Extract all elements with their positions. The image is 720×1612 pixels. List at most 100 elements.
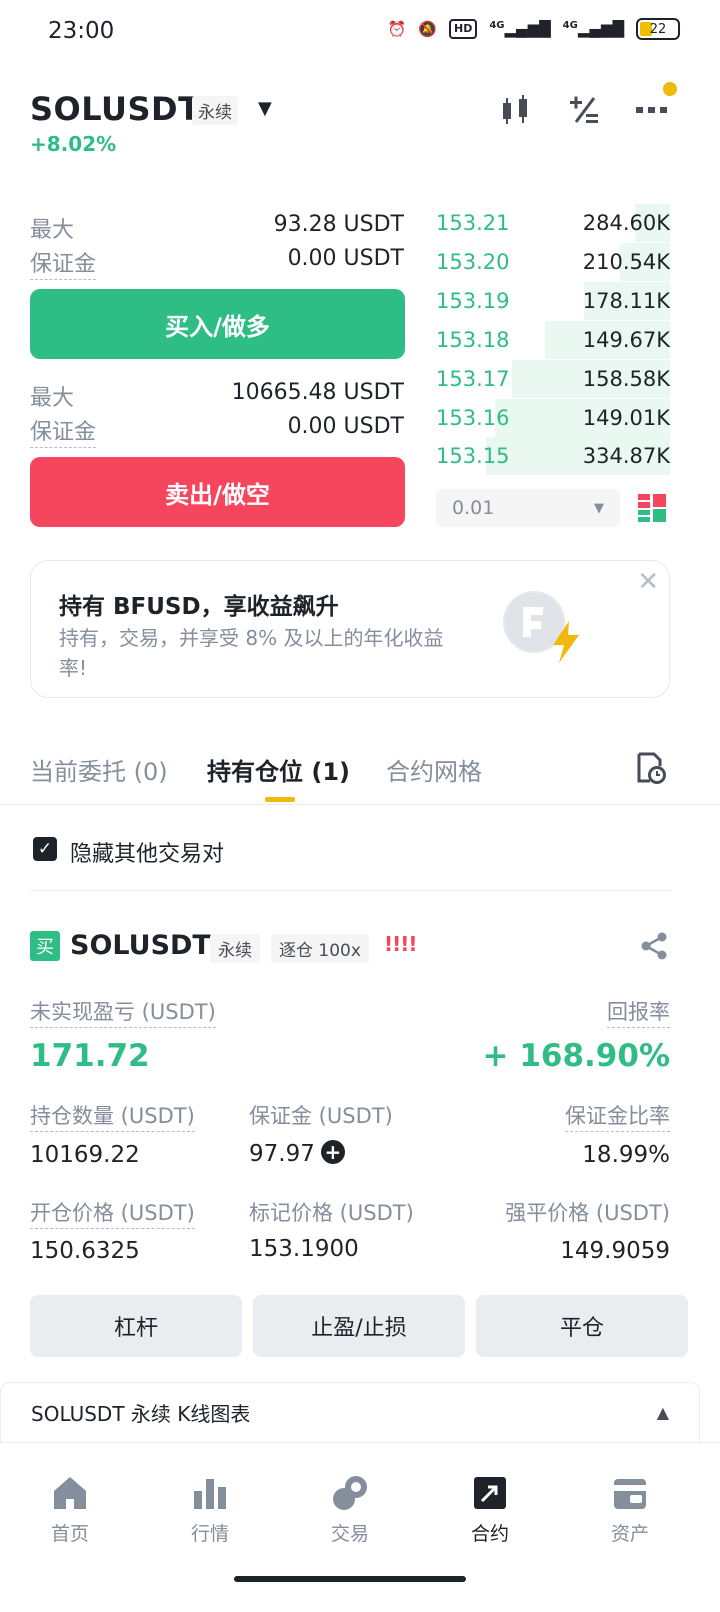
section-divider (30, 890, 670, 891)
sell-margin-label: 保证金 (30, 414, 97, 448)
orderbook-row[interactable]: 153.20 210.54K (436, 243, 670, 281)
close-icon[interactable]: ✕ (637, 567, 659, 597)
promo-subtitle: 持有，交易，并享受 8% 及以上的年化收益率! (59, 626, 444, 680)
hide-others-label[interactable]: 隐藏其他交易对 (70, 836, 224, 868)
buy-max-value: 93.28 USDT (273, 212, 404, 237)
buy-side-badge: 买 (30, 931, 60, 961)
bid-price: 153.17 (436, 366, 510, 391)
tab-positions[interactable]: 持有仓位 (1) (207, 752, 350, 787)
nav-home-label: 首页 (50, 1523, 89, 1545)
buy-margin-label: 保证金 (30, 246, 97, 280)
signal-icon-2: 4G▂▄▆█ (562, 20, 624, 38)
active-tab-indicator (265, 797, 295, 802)
price-change: +8.02% (30, 132, 117, 156)
sell-max-label: 最大 (30, 386, 75, 411)
alarm-icon: ⏰ (387, 20, 407, 38)
orderbook-row[interactable]: 153.21 284.60K (436, 204, 670, 242)
signal-icon-1: 4G▂▄▆█ (489, 20, 551, 38)
sell-margin-value: 0.00 USDT (287, 414, 404, 439)
bid-price: 153.16 (436, 405, 510, 430)
margin-mode-tag[interactable]: 逐仓 100x (271, 934, 369, 963)
bid-price: 153.15 (436, 444, 510, 469)
nav-markets-label: 行情 (190, 1523, 229, 1545)
add-margin-icon[interactable]: + (320, 1140, 345, 1164)
nav-home[interactable]: 首页 (0, 1473, 140, 1546)
nav-markets[interactable]: 行情 (140, 1473, 280, 1546)
kline-chart-toggle[interactable]: SOLUSDT 永续 K线图表 ▲ (0, 1382, 700, 1442)
buy-max-label: 最大 (30, 218, 75, 243)
mute-icon: 🔕 (418, 20, 437, 38)
nav-futures[interactable]: 合约 (420, 1473, 560, 1546)
home-indicator (234, 1576, 466, 1582)
leverage-button[interactable]: 杠杆 (30, 1295, 242, 1357)
wallet-icon (614, 1479, 646, 1509)
position-contract-tag: 永续 (210, 934, 260, 963)
calculator-icon[interactable] (566, 92, 602, 128)
trade-icon (333, 1476, 367, 1510)
notification-dot (663, 82, 677, 96)
precision-select[interactable]: 0.01 ▼ (436, 489, 620, 527)
margin-ratio-value: 18.99% (582, 1142, 670, 1168)
buy-long-button[interactable]: 买入/做多 (30, 289, 405, 359)
symbol-title[interactable]: SOLUSDT (30, 90, 200, 128)
bid-price: 153.19 (436, 288, 510, 313)
home-icon (54, 1477, 86, 1509)
contract-type-tag: 永续 (192, 96, 238, 125)
orderbook-row[interactable]: 153.17 158.58K (436, 360, 670, 398)
position-size-value: 10169.22 (30, 1142, 140, 1168)
more-icon[interactable] (634, 92, 670, 128)
orderbook-layout-icon[interactable] (638, 494, 666, 522)
position-size-label[interactable]: 持仓数量 (USDT) (30, 1100, 195, 1132)
mark-price-value: 153.1900 (249, 1236, 359, 1262)
order-history-icon[interactable] (636, 752, 666, 784)
unrealized-pnl-value: 171.72 (30, 1038, 150, 1074)
futures-icon (474, 1477, 506, 1509)
risk-indicator: !!!! (384, 932, 417, 956)
tab-grid[interactable]: 合约网格 (386, 752, 482, 787)
chevron-down-icon: ▼ (594, 500, 604, 516)
roe-value: + 168.90% (482, 1038, 670, 1074)
nav-futures-label: 合约 (470, 1523, 509, 1545)
entry-price-label[interactable]: 开仓价格 (USDT) (30, 1197, 195, 1229)
position-symbol[interactable]: SOLUSDT (70, 930, 211, 961)
bid-price: 153.21 (436, 211, 510, 235)
promo-banner[interactable]: 持有 BFUSD，享收益飙升 持有，交易，并享受 8% 及以上的年化收益率! ✕ (30, 560, 670, 698)
promo-title: 持有 BFUSD，享收益飙升 (59, 594, 339, 620)
bid-price: 153.18 (436, 327, 510, 352)
status-time: 23:00 (48, 18, 115, 44)
margin-label: 保证金 (USDT) (249, 1104, 393, 1128)
bid-quantity: 334.87K (582, 444, 670, 469)
bar-chart-icon (194, 1479, 226, 1509)
nav-trade[interactable]: 交易 (280, 1473, 420, 1546)
share-icon[interactable] (640, 932, 668, 960)
bid-quantity: 149.01K (582, 405, 670, 430)
orderbook-row[interactable]: 153.16 149.01K (436, 399, 670, 437)
precision-value: 0.01 (452, 497, 495, 519)
tab-divider (0, 804, 720, 805)
bottom-nav: 首页 行情 交易 合约 资产 (0, 1442, 720, 1612)
roe-label[interactable]: 回报率 (607, 996, 670, 1028)
bid-price: 153.20 (436, 249, 510, 274)
sell-short-button[interactable]: 卖出/做空 (30, 457, 405, 527)
candlestick-icon[interactable] (498, 92, 534, 128)
margin-ratio-label[interactable]: 保证金比率 (565, 1100, 670, 1132)
nav-assets[interactable]: 资产 (560, 1473, 700, 1546)
orderbook-row[interactable]: 153.15 334.87K (436, 437, 670, 475)
bid-quantity: 210.54K (582, 249, 670, 274)
margin-value-group: 97.97 + (249, 1140, 345, 1167)
unrealized-pnl-label[interactable]: 未实现盈亏 (USDT) (30, 996, 216, 1028)
tab-open-orders[interactable]: 当前委托 (0) (30, 752, 168, 787)
margin-value: 97.97 (249, 1141, 315, 1167)
bid-quantity: 284.60K (582, 211, 670, 235)
orderbook-row[interactable]: 153.18 149.67K (436, 321, 670, 359)
close-position-button[interactable]: 平仓 (476, 1295, 688, 1357)
hide-others-checkbox[interactable]: ✓ (33, 837, 57, 861)
status-icons: ⏰ 🔕 HD 4G▂▄▆█ 4G▂▄▆█ 22 (388, 18, 680, 40)
battery-icon: 22 (636, 18, 680, 40)
tp-sl-button[interactable]: 止盈/止损 (253, 1295, 465, 1357)
orderbook-row[interactable]: 153.19 178.11K (436, 282, 670, 320)
entry-price-value: 150.6325 (30, 1238, 140, 1264)
nav-assets-label: 资产 (610, 1523, 649, 1545)
chevron-down-icon[interactable]: ▼ (258, 98, 272, 119)
liq-price-value: 149.9059 (560, 1238, 670, 1264)
